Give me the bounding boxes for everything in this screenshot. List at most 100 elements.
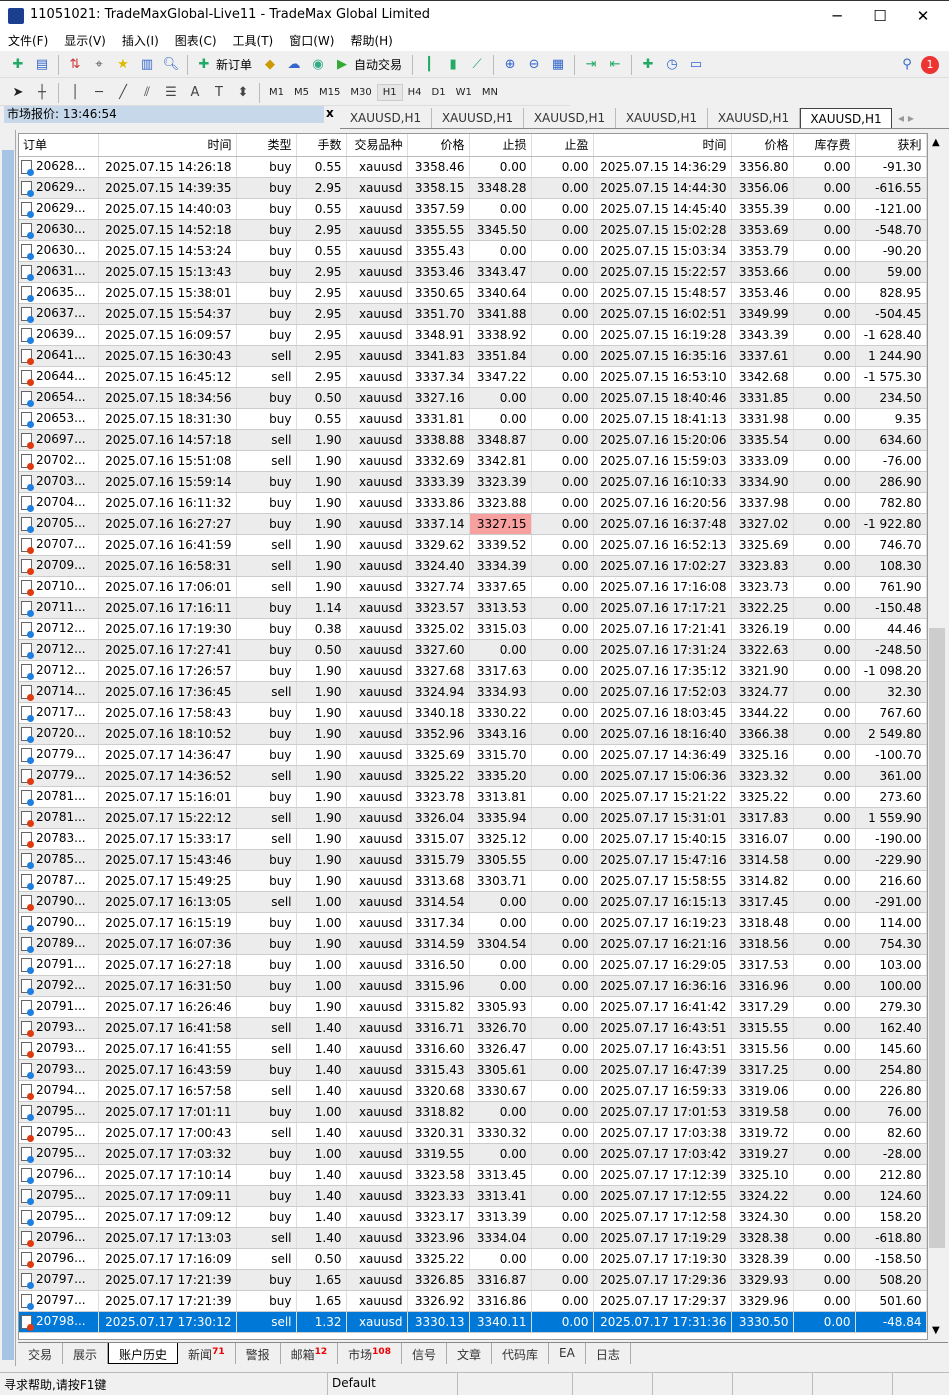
column-header-open-price[interactable]: 价格 <box>407 134 470 157</box>
table-row[interactable]: 20639... 2025.07.15 16:09:57 buy 2.95 xauusd… <box>19 324 927 346</box>
menu-charts[interactable]: 图表(C) <box>167 30 225 51</box>
new-order-button[interactable]: 新订单 <box>216 56 252 73</box>
table-row[interactable]: 20710... 2025.07.16 17:06:01 sell 1.90 xauus… <box>19 576 927 598</box>
table-row[interactable]: 20791... 2025.07.17 16:26:46 buy 1.90 xauusd… <box>19 996 927 1018</box>
terminal-tab[interactable]: 市场108 <box>338 1343 402 1364</box>
terminal-tab[interactable]: 展示 <box>63 1343 109 1364</box>
timeframe-mn[interactable]: MN <box>477 85 503 100</box>
timeframe-h4[interactable]: H4 <box>403 85 427 100</box>
zoom-in-icon[interactable]: ⊕ <box>500 56 520 74</box>
table-row[interactable]: 20795... 2025.07.17 17:09:11 buy 1.40 xauusd… <box>19 1185 927 1207</box>
column-header-lots[interactable]: 手数 <box>296 134 347 157</box>
bar-chart-icon[interactable]: ┃ <box>419 56 439 74</box>
text-label-icon[interactable]: T <box>209 84 229 102</box>
table-row[interactable]: 20789... 2025.07.17 16:07:36 buy 1.90 xauusd… <box>19 933 927 955</box>
menu-tools[interactable]: 工具(T) <box>225 30 282 51</box>
auto-trading-icon[interactable]: ▶ <box>332 56 352 74</box>
column-header-order[interactable]: 订单 <box>19 134 99 157</box>
terminal-tab[interactable]: 代码库 <box>492 1343 550 1364</box>
terminal-tab[interactable]: 日志 <box>586 1343 631 1364</box>
column-header-close-price[interactable]: 价格 <box>731 134 794 157</box>
table-row[interactable]: 20644... 2025.07.15 16:45:12 sell 2.95 xauus… <box>19 366 927 388</box>
line-chart-icon[interactable]: ⟋ <box>467 56 487 74</box>
menu-window[interactable]: 窗口(W) <box>281 30 342 51</box>
trendline-icon[interactable]: ╱ <box>113 84 133 102</box>
equidistant-channel-icon[interactable]: ⫽ <box>137 84 157 102</box>
table-row[interactable]: 20629... 2025.07.15 14:40:03 buy 0.55 xauusd… <box>19 198 927 220</box>
table-row[interactable]: 20795... 2025.07.17 17:09:12 buy 1.40 xauusd… <box>19 1206 927 1228</box>
table-row[interactable]: 20793... 2025.07.17 16:43:59 buy 1.40 xauusd… <box>19 1059 927 1081</box>
table-row[interactable]: 20779... 2025.07.17 14:36:52 sell 1.90 xauus… <box>19 765 927 787</box>
table-row[interactable]: 20795... 2025.07.17 17:03:32 buy 1.00 xauusd… <box>19 1143 927 1165</box>
close-button[interactable]: ✕ <box>903 5 943 27</box>
column-header-profit[interactable]: 获利 <box>855 134 927 157</box>
periods-icon[interactable]: ◷ <box>662 56 682 74</box>
data-window-icon[interactable]: ⌖ <box>89 56 109 74</box>
navigator-icon[interactable]: ★ <box>113 56 133 74</box>
table-row[interactable]: 20781... 2025.07.17 15:16:01 buy 1.90 xauusd… <box>19 786 927 808</box>
column-header-symbol[interactable]: 交易品种 <box>346 134 408 157</box>
terminal-tab[interactable]: 新闻71 <box>178 1343 236 1364</box>
table-row[interactable]: 20630... 2025.07.15 14:52:18 buy 2.95 xauusd… <box>19 219 927 241</box>
chart-tab[interactable]: XAUUSD,H1 <box>524 108 616 128</box>
table-row[interactable]: 20793... 2025.07.17 16:41:58 sell 1.40 xauus… <box>19 1017 927 1039</box>
chart-tab[interactable]: XAUUSD,H1 <box>340 108 432 128</box>
timeframe-m15[interactable]: M15 <box>314 85 345 100</box>
table-row[interactable]: 20704... 2025.07.16 16:11:32 buy 1.90 xauusd… <box>19 492 927 514</box>
vps-icon[interactable]: ◉ <box>308 56 328 74</box>
auto-trading-button[interactable]: 自动交易 <box>354 56 402 73</box>
table-row[interactable]: 20653... 2025.07.15 18:31:30 buy 0.55 xauusd… <box>19 408 927 430</box>
new-order-icon[interactable]: ✚ <box>194 56 214 74</box>
table-row[interactable]: 20709... 2025.07.16 16:58:31 sell 1.90 xauus… <box>19 555 927 577</box>
table-row[interactable]: 20631... 2025.07.15 15:13:43 buy 2.95 xauusd… <box>19 261 927 283</box>
table-row[interactable]: 20796... 2025.07.17 17:10:14 buy 1.40 xauusd… <box>19 1164 927 1186</box>
timeframe-d1[interactable]: D1 <box>427 85 451 100</box>
signals-icon[interactable]: ☁ <box>284 56 304 74</box>
table-row[interactable]: 20797... 2025.07.17 17:21:39 buy 1.65 xauusd… <box>19 1269 927 1291</box>
minimize-button[interactable]: ─ <box>817 5 857 27</box>
table-row[interactable]: 20787... 2025.07.17 15:49:25 buy 1.90 xauusd… <box>19 870 927 892</box>
table-row[interactable]: 20793... 2025.07.17 16:41:55 sell 1.40 xauus… <box>19 1038 927 1060</box>
table-row[interactable]: 20705... 2025.07.16 16:27:27 buy 1.90 xauusd… <box>19 513 927 535</box>
cursor-icon[interactable]: ➤ <box>8 84 28 102</box>
terminal-icon[interactable]: ▥ <box>137 56 157 74</box>
templates-icon[interactable]: ▭ <box>686 56 706 74</box>
chart-tab[interactable]: XAUUSD,H1 <box>616 108 708 128</box>
table-row[interactable]: 20630... 2025.07.15 14:53:24 buy 0.55 xauusd… <box>19 240 927 262</box>
table-row[interactable]: 20628... 2025.07.15 14:26:18 buy 0.55 xauusd… <box>19 156 927 178</box>
table-row[interactable]: 20796... 2025.07.17 17:16:09 sell 0.50 xauus… <box>19 1248 927 1270</box>
table-row[interactable]: 20712... 2025.07.16 17:26:57 buy 1.90 xauusd… <box>19 660 927 682</box>
column-header-take-profit[interactable]: 止盈 <box>531 134 594 157</box>
terminal-tab[interactable]: 邮箱12 <box>281 1343 339 1364</box>
notification-badge[interactable]: 1 <box>921 55 939 74</box>
scrollbar-thumb[interactable] <box>929 628 945 1248</box>
menu-view[interactable]: 显示(V) <box>56 30 114 51</box>
chart-shift-icon[interactable]: ⇤ <box>605 56 625 74</box>
table-row[interactable]: 20641... 2025.07.15 16:30:43 sell 2.95 xauus… <box>19 345 927 367</box>
column-header-type[interactable]: 类型 <box>236 134 297 157</box>
table-row[interactable]: 20795... 2025.07.17 17:00:43 sell 1.40 xauus… <box>19 1122 927 1144</box>
market-watch-close-button[interactable]: x <box>326 106 334 120</box>
tab-scroll-arrows-icon[interactable]: ◂ ▸ <box>892 108 920 128</box>
table-row[interactable]: 20785... 2025.07.17 15:43:46 buy 1.90 xauusd… <box>19 849 927 871</box>
table-row[interactable]: 20794... 2025.07.17 16:57:58 sell 1.40 xauus… <box>19 1080 927 1102</box>
fibonacci-icon[interactable]: ☰ <box>161 84 181 102</box>
table-row[interactable]: 20796... 2025.07.17 17:13:03 sell 1.40 xauus… <box>19 1227 927 1249</box>
scroll-down-icon[interactable]: ▼ <box>932 1325 940 1336</box>
table-row[interactable]: 20707... 2025.07.16 16:41:59 sell 1.90 xauus… <box>19 534 927 556</box>
zoom-out-icon[interactable]: ⊖ <box>524 56 544 74</box>
strategy-tester-icon[interactable]: 🔍︎ <box>161 56 181 74</box>
search-icon[interactable]: ⚲ <box>897 56 917 74</box>
timeframe-m5[interactable]: M5 <box>289 85 314 100</box>
chart-tab[interactable]: XAUUSD,H1 <box>432 108 524 128</box>
terminal-tab[interactable]: 警报 <box>236 1343 281 1364</box>
timeframe-h1[interactable]: H1 <box>376 84 403 101</box>
table-row[interactable]: 20711... 2025.07.16 17:16:11 buy 1.14 xauusd… <box>19 597 927 619</box>
table-row[interactable]: 20790... 2025.07.17 16:15:19 buy 1.00 xauusd… <box>19 912 927 934</box>
text-icon[interactable]: A <box>185 84 205 102</box>
horizontal-line-icon[interactable]: ─ <box>89 84 109 102</box>
arrows-icon[interactable]: ⬍ <box>233 84 253 102</box>
menu-file[interactable]: 文件(F) <box>0 30 56 51</box>
table-row[interactable]: 20783... 2025.07.17 15:33:17 sell 1.90 xauus… <box>19 828 927 850</box>
terminal-tab[interactable]: 账户历史 <box>108 1343 179 1364</box>
